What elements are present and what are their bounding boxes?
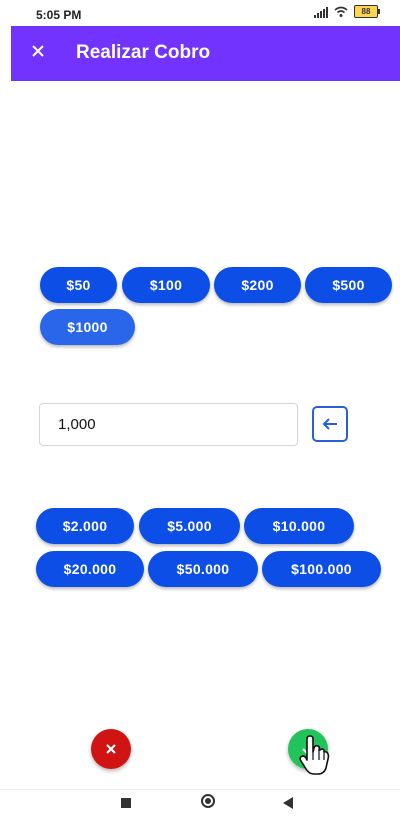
amount-chip-2000[interactable]: $2.000	[36, 508, 134, 544]
signal-icon	[314, 6, 328, 18]
square-icon[interactable]	[121, 798, 131, 808]
status-time: 5:05 PM	[36, 8, 82, 22]
battery-level: 88	[361, 7, 371, 16]
amount-chip-500[interactable]: $500	[305, 267, 392, 303]
amount-chip-50000[interactable]: $50.000	[148, 551, 258, 587]
close-icon[interactable]	[31, 42, 45, 62]
page-title: Realizar Cobro	[76, 42, 211, 63]
amount-input[interactable]	[39, 403, 298, 446]
amount-chip-20000[interactable]: $20.000	[36, 551, 144, 587]
wifi-icon	[334, 6, 348, 17]
app-bar: Realizar Cobro	[11, 26, 400, 81]
status-icons: 88	[314, 5, 380, 18]
battery-icon: 88	[354, 5, 380, 18]
triangle-back-icon[interactable]	[283, 797, 293, 809]
status-bar: 5:05 PM 88	[0, 0, 400, 26]
check-icon	[302, 744, 314, 755]
amount-chip-200[interactable]: $200	[214, 267, 301, 303]
arrow-left-icon	[322, 418, 337, 430]
amount-chip-10000[interactable]: $10.000	[244, 508, 354, 544]
amount-chip-100[interactable]: $100	[122, 267, 210, 303]
confirm-button[interactable]	[288, 729, 328, 769]
amount-chip-1000[interactable]: $1000	[40, 309, 135, 345]
cancel-button[interactable]	[91, 729, 131, 769]
amount-chip-5000[interactable]: $5.000	[139, 508, 240, 544]
amount-chip-50[interactable]: $50	[40, 267, 117, 303]
circle-icon[interactable]	[201, 794, 215, 808]
backspace-button[interactable]	[312, 406, 348, 442]
amount-chip-100000[interactable]: $100.000	[262, 551, 381, 587]
navigation-bar	[0, 789, 400, 816]
close-icon	[106, 744, 116, 754]
